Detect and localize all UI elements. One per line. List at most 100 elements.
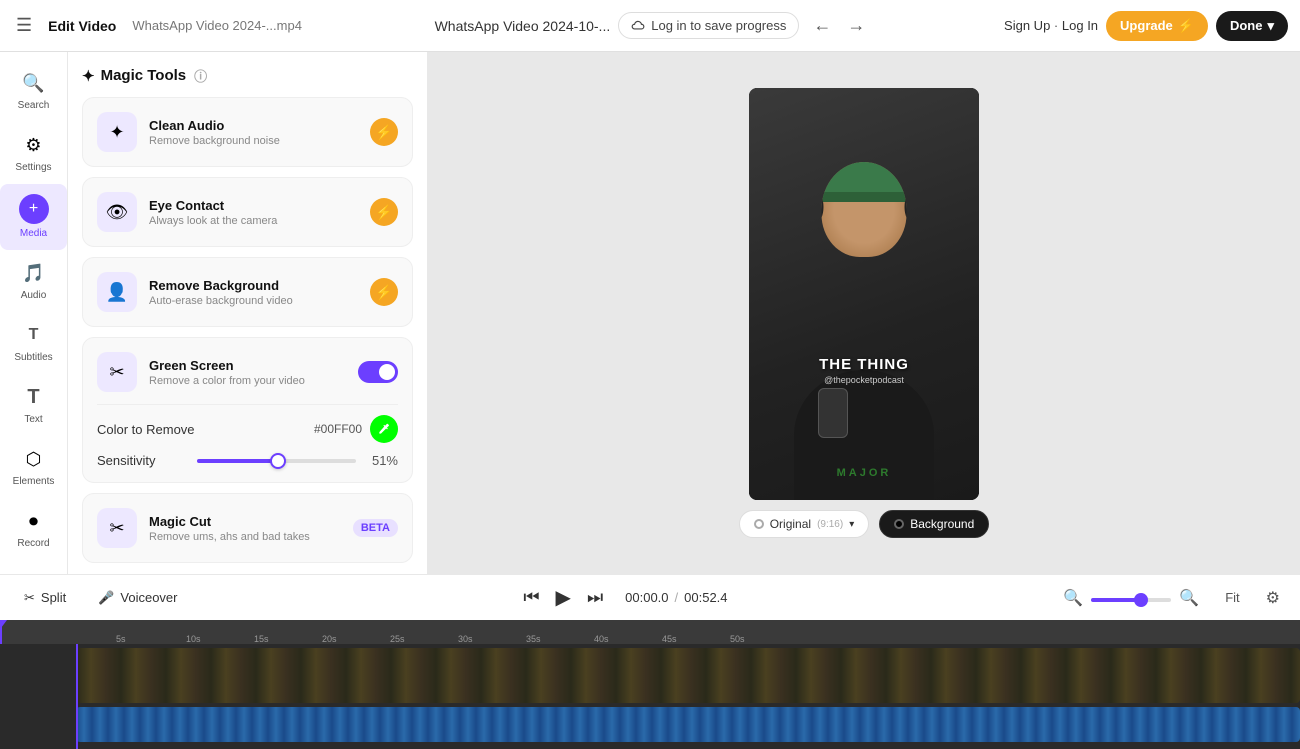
background-view-button[interactable]: Background [879, 510, 989, 538]
video-strip[interactable] [76, 648, 1300, 703]
audio-waveform [76, 707, 1300, 742]
split-button[interactable]: ✂ Split [16, 586, 74, 610]
undo-button[interactable]: ← [807, 11, 837, 40]
sensitivity-value: 51% [366, 453, 398, 468]
voiceover-label: Voiceover [120, 590, 177, 605]
auth-links: Sign Up · Log In [1004, 18, 1098, 33]
clean-audio-desc: Remove background noise [149, 135, 358, 147]
cloud-icon [631, 19, 645, 33]
sensitivity-label: Sensitivity [97, 453, 187, 468]
audio-icon: 🎵 [21, 260, 47, 286]
current-time: 00:00.0 [625, 590, 668, 605]
color-remove-row: Color to Remove #00FF00 [97, 404, 398, 443]
eye-contact-icon: 👁 [97, 192, 137, 232]
upgrade-icon: ⚡ [1178, 18, 1194, 34]
eye-contact-badge[interactable]: ⚡ [370, 198, 398, 226]
elements-icon: ⬡ [21, 446, 47, 472]
microphone [818, 388, 848, 438]
audio-strip[interactable] [76, 707, 1300, 742]
save-progress-button[interactable]: Log in to save progress [618, 12, 799, 39]
color-swatch[interactable] [370, 415, 398, 443]
topbar-right: Sign Up · Log In Upgrade ⚡ Done ▾ [1004, 11, 1288, 41]
clean-audio-card[interactable]: ✦ Clean Audio Remove background noise ⚡ [82, 97, 413, 167]
green-screen-name: Green Screen [149, 358, 346, 373]
hat-brim [822, 192, 907, 202]
save-label: Log in to save progress [651, 18, 786, 33]
magic-cut-info: Magic Cut Remove ums, ahs and bad takes [149, 514, 341, 543]
done-button[interactable]: Done ▾ [1216, 11, 1288, 41]
time-separator: / [675, 590, 679, 605]
remove-background-badge[interactable]: ⚡ [370, 278, 398, 306]
zoom-slider[interactable] [1091, 598, 1171, 602]
video-subtitle: @thepocketpodcast [749, 375, 979, 385]
timeline-settings-button[interactable]: ⚙ [1262, 584, 1284, 612]
eye-contact-desc: Always look at the camera [149, 215, 358, 227]
magic-tools-title: Magic Tools [101, 67, 187, 84]
split-icon: ✂ [24, 590, 35, 606]
fast-forward-button[interactable]: ⏭ [581, 583, 609, 612]
original-dot [754, 519, 764, 529]
record-icon: ⏺ [21, 508, 47, 534]
topbar-title: Edit Video [48, 18, 116, 34]
playback-controls: ⏮ ▶ ⏭ [517, 581, 609, 614]
ruler-mark-50s: 50s [730, 634, 745, 644]
topbar: ☰ Edit Video WhatsApp Video 2024-...mp4 … [0, 0, 1300, 52]
topbar-center: WhatsApp Video 2024-10-... Log in to sav… [314, 11, 992, 40]
sidebar-item-subtitles[interactable]: T Subtitles [0, 312, 67, 374]
play-button[interactable]: ▶ [550, 581, 577, 614]
ruler-mark-15s: 15s [254, 634, 269, 644]
sidebar-item-media[interactable]: + Media [0, 184, 67, 250]
sidebar-item-audio[interactable]: 🎵 Audio [0, 250, 67, 312]
sidebar-item-elements[interactable]: ⬡ Elements [0, 436, 67, 498]
rewind-button[interactable]: ⏮ [517, 583, 545, 612]
done-label: Done [1230, 18, 1263, 33]
sidebar-item-text[interactable]: T Text [0, 374, 67, 436]
green-screen-toggle[interactable] [358, 361, 398, 383]
fit-button[interactable]: Fit [1219, 586, 1245, 609]
zoom-in-button[interactable]: 🔍 [1175, 584, 1203, 612]
eyedropper-icon [377, 422, 391, 436]
playhead-line [0, 620, 2, 644]
sidebar-label-search: Search [18, 100, 50, 112]
redo-button[interactable]: → [841, 11, 871, 40]
settings-icon: ⚙ [21, 132, 47, 158]
menu-icon[interactable]: ☰ [12, 11, 36, 40]
original-view-button[interactable]: Original (9:16) ▾ [739, 510, 870, 538]
remove-background-icon: 👤 [97, 272, 137, 312]
upgrade-label: Upgrade [1120, 18, 1173, 33]
voiceover-button[interactable]: 🎤 Voiceover [90, 586, 185, 610]
color-remove-label: Color to Remove [97, 422, 314, 437]
headphone-band [822, 162, 907, 170]
shirt-text: MAJOR [837, 467, 892, 479]
zoom-controls: 🔍 🔍 [1059, 584, 1203, 612]
sidebar-item-record[interactable]: ⏺ Record [0, 498, 67, 560]
video-strip-inner [76, 648, 1300, 703]
video-title: THE THING [749, 356, 979, 373]
zoom-out-button[interactable]: 🔍 [1059, 584, 1087, 612]
clean-audio-info: Clean Audio Remove background noise [149, 118, 358, 147]
clean-audio-badge[interactable]: ⚡ [370, 118, 398, 146]
preview-area: THE THING @thepocketpodcast MAJOR Origin… [428, 52, 1300, 574]
login-link[interactable]: Log In [1062, 18, 1098, 33]
text-icon: T [21, 384, 47, 410]
green-screen-card: ✂ Green Screen Remove a color from your … [82, 337, 413, 483]
timeline-playhead [76, 644, 78, 749]
sidebar-item-transitions[interactable]: ⊕ Transitions [0, 560, 67, 574]
timeline-time: 00:00.0 / 00:52.4 [625, 590, 727, 605]
eye-contact-card[interactable]: 👁 Eye Contact Always look at the camera … [82, 177, 413, 247]
preview-controls: Original (9:16) ▾ Background [739, 510, 990, 538]
timeline-toolbar: ✂ Split 🎤 Voiceover ⏮ ▶ ⏭ 00:00.0 / 00:5… [0, 574, 1300, 620]
sensitivity-slider[interactable] [197, 459, 356, 463]
sidebar: 🔍 Search ⚙ Settings + Media 🎵 Audio T Su… [0, 52, 68, 574]
upgrade-button[interactable]: Upgrade ⚡ [1106, 11, 1208, 41]
signup-link[interactable]: Sign Up [1004, 18, 1050, 33]
magic-cut-name: Magic Cut [149, 514, 341, 529]
magic-cut-icon: ✂ [97, 508, 137, 548]
magic-cut-card[interactable]: ✂ Magic Cut Remove ums, ahs and bad take… [82, 493, 413, 563]
sidebar-item-search[interactable]: 🔍 Search [0, 60, 67, 122]
remove-background-card[interactable]: 👤 Remove Background Auto-erase backgroun… [82, 257, 413, 327]
main-area: 🔍 Search ⚙ Settings + Media 🎵 Audio T Su… [0, 52, 1300, 574]
original-chevron: ▾ [849, 519, 854, 530]
person-head [822, 162, 907, 257]
sidebar-item-settings[interactable]: ⚙ Settings [0, 122, 67, 184]
